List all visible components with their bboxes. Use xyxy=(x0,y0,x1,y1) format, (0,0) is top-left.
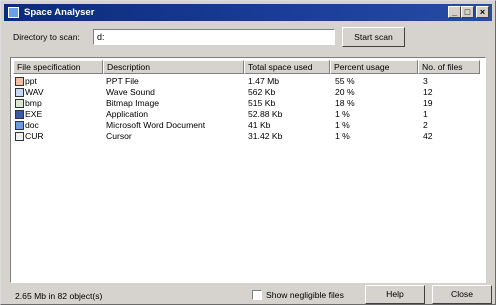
file-count: 19 xyxy=(423,98,433,108)
file-count: 3 xyxy=(423,76,428,86)
minimize-button[interactable]: _ xyxy=(448,6,461,18)
table-row[interactable]: CUR Cursor 31.42 Kb 1 % 42 xyxy=(13,131,483,142)
bmp-file-icon xyxy=(15,99,24,108)
exe-file-icon xyxy=(15,110,24,119)
column-header-description[interactable]: Description xyxy=(103,60,244,74)
window-title: Space Analyser xyxy=(24,7,95,18)
space-used: 41 Kb xyxy=(248,120,271,130)
percent-usage: 1 % xyxy=(335,120,350,130)
percent-usage: 20 % xyxy=(335,87,355,97)
table-row[interactable]: EXE Application 52.88 Kb 1 % 1 xyxy=(13,109,483,120)
title-bar[interactable]: Space Analyser _ □ × xyxy=(4,4,492,21)
ppt-file-icon xyxy=(15,77,24,86)
doc-file-icon xyxy=(15,121,24,130)
table-row[interactable]: ppt PPT File 1.47 Mb 55 % 3 xyxy=(13,76,483,87)
directory-input[interactable]: d: xyxy=(93,29,335,45)
space-analyser-window: Space Analyser _ □ × Directory to scan: … xyxy=(0,0,496,305)
file-spec: doc xyxy=(25,120,39,130)
file-spec: WAV xyxy=(25,87,44,97)
maximize-button[interactable]: □ xyxy=(461,6,474,18)
column-header-total-space[interactable]: Total space used xyxy=(244,60,330,74)
file-description: Wave Sound xyxy=(106,87,155,97)
status-text: 2.65 Mb in 82 object(s) xyxy=(15,291,103,301)
percent-usage: 1 % xyxy=(335,131,350,141)
file-count: 12 xyxy=(423,87,433,97)
space-used: 562 Kb xyxy=(248,87,276,97)
table-row[interactable]: doc Microsoft Word Document 41 Kb 1 % 2 xyxy=(13,120,483,131)
file-spec: EXE xyxy=(25,109,43,119)
wav-file-icon xyxy=(15,88,24,97)
file-description: Application xyxy=(106,109,149,119)
close-window-button[interactable]: × xyxy=(476,6,489,18)
file-count: 42 xyxy=(423,131,433,141)
file-description: PPT File xyxy=(106,76,139,86)
help-button[interactable]: Help xyxy=(365,285,425,304)
column-header-file-specification[interactable]: File specification xyxy=(13,60,103,74)
file-spec: bmp xyxy=(25,98,42,108)
cur-file-icon xyxy=(15,132,24,141)
file-count: 2 xyxy=(423,120,428,130)
file-description: Cursor xyxy=(106,131,132,141)
column-header-file-count[interactable]: No. of files xyxy=(418,60,480,74)
app-icon xyxy=(8,7,19,18)
file-description: Bitmap Image xyxy=(106,98,160,108)
file-spec: CUR xyxy=(25,131,44,141)
file-spec: ppt xyxy=(25,76,37,86)
file-type-list[interactable]: File specification Description Total spa… xyxy=(10,57,486,283)
space-used: 515 Kb xyxy=(248,98,276,108)
file-description: Microsoft Word Document xyxy=(106,120,206,130)
percent-usage: 1 % xyxy=(335,109,350,119)
space-used: 52.88 Kb xyxy=(248,109,283,119)
table-row[interactable]: bmp Bitmap Image 515 Kb 18 % 19 xyxy=(13,98,483,109)
close-button[interactable]: Close xyxy=(432,285,492,304)
show-negligible-checkbox[interactable] xyxy=(252,290,262,300)
file-count: 1 xyxy=(423,109,428,119)
table-row[interactable]: WAV Wave Sound 562 Kb 20 % 12 xyxy=(13,87,483,98)
percent-usage: 18 % xyxy=(335,98,355,108)
space-used: 1.47 Mb xyxy=(248,76,280,86)
space-used: 31.42 Kb xyxy=(248,131,283,141)
start-scan-button[interactable]: Start scan xyxy=(342,27,405,47)
directory-label: Directory to scan: xyxy=(13,32,80,42)
column-header-percent-usage[interactable]: Percent usage xyxy=(330,60,418,74)
percent-usage: 55 % xyxy=(335,76,355,86)
show-negligible-label[interactable]: Show negligible files xyxy=(266,290,344,300)
